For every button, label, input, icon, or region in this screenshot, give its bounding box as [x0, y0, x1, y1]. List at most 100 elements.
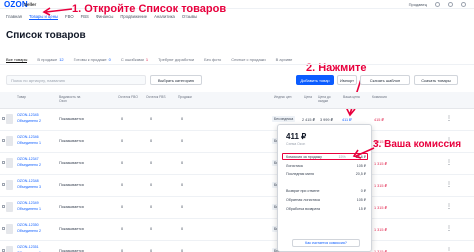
row-checkbox[interactable]: [2, 183, 5, 186]
more-actions-icon[interactable]: ⋮: [446, 247, 452, 252]
product-thumbnail[interactable]: [6, 224, 13, 234]
commission-value[interactable]: 1 315 ₽: [374, 161, 387, 166]
more-actions-icon[interactable]: ⋮: [446, 181, 452, 188]
product-group[interactable]: Объединено 1: [17, 207, 41, 211]
visibility-status: Показывается: [59, 183, 84, 187]
product-group[interactable]: Объединено 2: [17, 119, 41, 123]
product-group[interactable]: Объединено 1: [17, 141, 41, 145]
price: 2 415 ₽: [302, 118, 315, 122]
search-input[interactable]: Поиск по артикулу, названию: [6, 75, 146, 85]
product-thumbnail[interactable]: [6, 246, 13, 252]
your-price[interactable]: 411 ₽: [342, 117, 352, 122]
popup-row: Обработка возврата 15 ₽: [286, 207, 366, 211]
product-group[interactable]: Объединено 2: [17, 163, 41, 167]
more-actions-icon[interactable]: ⋮: [446, 225, 452, 232]
column-header[interactable]: Товар: [17, 95, 26, 99]
stock-fbs: 0: [150, 117, 153, 121]
product-sku[interactable]: OZON-12345: [17, 113, 39, 117]
product-thumbnail[interactable]: [6, 158, 13, 168]
tab-need-fix[interactable]: Требуют доработки: [158, 57, 194, 63]
column-header[interactable]: Цена до скидки: [318, 95, 340, 103]
product-thumbnail[interactable]: [6, 202, 13, 212]
more-actions-icon[interactable]: ⋮: [446, 203, 452, 210]
row-checkbox[interactable]: [2, 139, 5, 142]
bell-icon[interactable]: [435, 2, 440, 7]
table-row[interactable]: OZON-12348Объединено 3Показывается000Без…: [0, 175, 474, 197]
nav-item-home[interactable]: Главная: [6, 14, 22, 20]
column-header[interactable]: Комиссия: [372, 95, 387, 99]
table-row[interactable]: OZON-12347Объединено 2Показывается000Без…: [0, 153, 474, 175]
column-header[interactable]: Цена: [304, 95, 312, 99]
column-header[interactable]: Индекс цен: [274, 95, 296, 99]
export-products-button[interactable]: Скачать товары: [414, 75, 458, 85]
sales-count: 0: [181, 161, 184, 165]
popup-price: 411 ₽: [286, 132, 307, 141]
product-thumbnail[interactable]: [6, 136, 13, 146]
popup-row: Логистика 105 ₽: [286, 164, 366, 168]
popup-row-value: 20,5 ₽: [355, 172, 366, 176]
commission-popup: 411 ₽ Схема Ozon Комиссия за продажу 15%…: [277, 124, 372, 252]
product-sku[interactable]: OZON-12349: [17, 201, 39, 205]
more-actions-icon[interactable]: ⋮: [446, 159, 452, 166]
arrow-icon: [42, 7, 73, 16]
tab-removed[interactable]: Снятые с продажи: [231, 57, 265, 63]
how-commission-link[interactable]: Как считается комиссия?: [292, 239, 360, 247]
add-product-button[interactable]: Добавить товар: [296, 75, 334, 85]
tab-archive[interactable]: В архиве: [276, 57, 293, 63]
column-header[interactable]: Остаток FBO: [118, 95, 138, 99]
table-row[interactable]: OZON-12350Объединено 2Показывается000Без…: [0, 219, 474, 241]
settings-icon[interactable]: [448, 2, 453, 7]
stock-fbo: 0: [121, 227, 124, 231]
top-right-controls: Продавец: [409, 2, 466, 7]
import-button[interactable]: Импорт: [337, 75, 357, 85]
product-thumbnail[interactable]: [6, 180, 13, 190]
sales-count: 0: [181, 183, 184, 187]
product-sku[interactable]: OZON-12347: [17, 157, 39, 161]
product-thumbnail[interactable]: [6, 114, 13, 124]
download-template-button[interactable]: Скачать шаблон: [360, 75, 410, 85]
table-row[interactable]: OZON-12349Объединено 1Показывается000Без…: [0, 197, 474, 219]
column-header[interactable]: Продажи: [178, 95, 192, 99]
product-sku[interactable]: OZON-12346: [17, 135, 39, 139]
row-checkbox[interactable]: [2, 205, 5, 208]
tab-all[interactable]: Все товары: [6, 57, 28, 63]
commission-value[interactable]: 1 315 ₽: [374, 227, 387, 232]
popup-row-label: Обработка возврата: [286, 207, 321, 211]
tab-on-sale[interactable]: В продаже 12: [37, 57, 63, 63]
popup-row-label: Логистика: [286, 164, 303, 168]
commission-value[interactable]: 415 ₽: [374, 117, 384, 122]
tab-errors[interactable]: С ошибками 1: [121, 57, 148, 63]
logo-subtitle: Seller: [24, 2, 37, 7]
row-checkbox[interactable]: [2, 227, 5, 230]
popup-row-label: Комиссия за продажу: [286, 155, 322, 159]
product-group[interactable]: Объединено 3: [17, 185, 41, 189]
row-checkbox[interactable]: [2, 117, 5, 120]
product-group[interactable]: Объединено 2: [17, 229, 41, 233]
product-sku[interactable]: OZON-12350: [17, 223, 39, 227]
popup-row-value: 105 ₽: [356, 198, 366, 202]
table-row[interactable]: OZON-12351Объединено 1Показывается000Без…: [0, 241, 474, 252]
table-row[interactable]: OZON-12345 Объединено 2 Показывается 0 0 0 Без…: [0, 109, 474, 131]
column-header[interactable]: Видимость на Ozon: [59, 95, 87, 103]
row-checkbox[interactable]: [2, 161, 5, 164]
tab-ready[interactable]: Готовы к продаже 0: [74, 57, 111, 63]
popup-row-value: 15 ₽: [358, 207, 366, 211]
more-actions-icon[interactable]: ⋮: [446, 115, 452, 122]
stock-fbs: 0: [150, 183, 153, 187]
tab-no-photo[interactable]: Без фото: [204, 57, 221, 63]
stock-fbs: 0: [150, 227, 153, 231]
annotation-step3: 3. Ваша комиссия: [373, 139, 462, 150]
popup-row-value: 105 ₽: [356, 164, 366, 168]
product-sku[interactable]: OZON-12351: [17, 245, 39, 249]
category-filter-button[interactable]: Выбрать категорию: [150, 75, 202, 85]
table-header: Товар Видимость на Ozon Остаток FBO Оста…: [0, 92, 474, 109]
account-name[interactable]: Продавец: [409, 2, 427, 7]
popup-row-label: Последняя миля: [286, 172, 314, 176]
user-icon[interactable]: [461, 2, 466, 7]
commission-value[interactable]: 1 315 ₽: [374, 205, 387, 210]
sales-count: 0: [181, 139, 184, 143]
column-header[interactable]: Остаток FBS: [146, 95, 166, 99]
column-header[interactable]: Ваша цена: [343, 95, 360, 99]
commission-value[interactable]: 1 315 ₽: [374, 183, 387, 188]
product-sku[interactable]: OZON-12348: [17, 179, 39, 183]
